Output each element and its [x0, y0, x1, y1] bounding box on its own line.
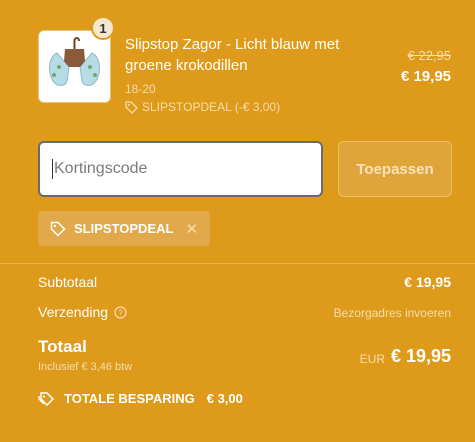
product-variant: 18-20	[125, 82, 156, 96]
apply-discount-button[interactable]: Toepassen	[338, 141, 452, 197]
tags-icon	[38, 391, 55, 406]
sock-image-icon	[49, 37, 100, 86]
discount-code-input[interactable]: Kortingscode	[38, 141, 323, 197]
currency-code: EUR	[359, 352, 385, 366]
product-thumbnail	[38, 30, 111, 103]
applied-discount-label: SLIPSTOPDEAL (-€ 3,00)	[142, 100, 281, 114]
subtotal-value: € 19,95	[404, 274, 451, 290]
svg-text:?: ?	[118, 308, 123, 317]
tag-icon	[125, 100, 138, 114]
original-price: € 22,95	[407, 48, 451, 63]
total-savings: TOTALE BESPARING € 3,00	[38, 391, 243, 406]
applied-discount: SLIPSTOPDEAL (-€ 3,00)	[125, 100, 280, 114]
product-title: Slipstop Zagor - Licht blauw met groene …	[125, 36, 340, 74]
divider	[0, 263, 475, 264]
shipping-row: Verzending ?	[38, 304, 127, 320]
savings-value: € 3,00	[206, 391, 243, 406]
tag-icon	[50, 221, 66, 237]
shipping-value: Bezorgadres invoeren	[333, 306, 451, 320]
subtotal-label: Subtotaal	[38, 274, 98, 290]
total-value: € 19,95	[390, 346, 451, 366]
discount-chip: SLIPSTOPDEAL ✕	[38, 211, 211, 246]
remove-discount-icon[interactable]: ✕	[185, 220, 198, 238]
text-caret	[52, 159, 53, 179]
tax-note: Inclusief € 3,46 btw	[38, 361, 133, 373]
product-price: € 19,95	[400, 68, 451, 85]
info-icon[interactable]: ?	[114, 305, 127, 319]
quantity-badge: 1	[91, 16, 115, 40]
savings-label: TOTALE BESPARING	[64, 391, 195, 406]
total-label: Totaal	[38, 337, 87, 356]
shipping-label: Verzending	[38, 304, 109, 320]
discount-code-placeholder: Kortingscode	[54, 160, 148, 177]
discount-chip-label: SLIPSTOPDEAL	[74, 221, 174, 236]
